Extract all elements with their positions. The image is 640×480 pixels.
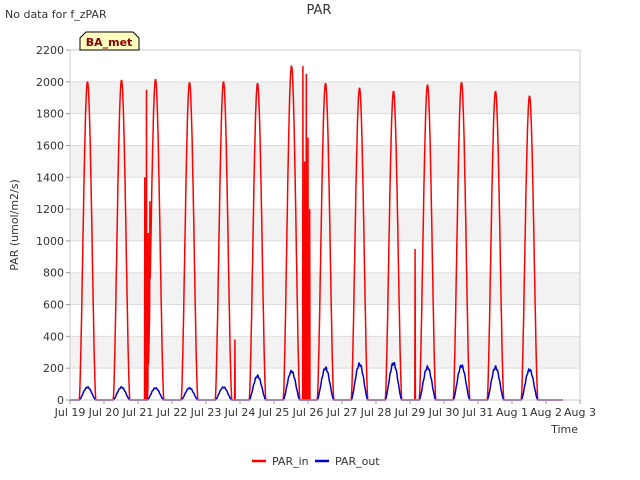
y-tick-label: 1800 <box>36 108 64 121</box>
x-tick-label: Jul 22 <box>156 406 188 419</box>
x-tick-label: Jul 19 <box>54 406 86 419</box>
y-tick-label: 600 <box>43 299 64 312</box>
y-tick-label: 200 <box>43 362 64 375</box>
x-tick-label: Jul 21 <box>122 406 154 419</box>
x-tick-label: Jul 26 <box>292 406 324 419</box>
x-axis-label: Time <box>550 423 578 436</box>
legend-label: PAR_out <box>335 455 380 468</box>
x-axis-ticks: Jul 19 Jul 20 Jul 21 Jul 22 Jul 23 Jul 24 Jul … <box>54 400 596 419</box>
x-tick-label: Jul 24 <box>224 406 256 419</box>
chart-title: PAR <box>307 3 332 18</box>
x-tick-label: Aug 2 <box>530 406 562 419</box>
legend-label: PAR_in <box>272 455 309 468</box>
x-tick-label: Jul 27 <box>326 406 358 419</box>
x-tick-label: Jul 31 <box>462 406 494 419</box>
y-tick-label: 2200 <box>36 44 64 57</box>
badge-label: BA_met <box>86 36 133 49</box>
y-tick-label: 1400 <box>36 171 64 184</box>
x-tick-label: Jul 28 <box>360 406 392 419</box>
x-tick-label: Aug 3 <box>564 406 596 419</box>
x-tick-label: Jul 29 <box>394 406 426 419</box>
y-tick-label: 2000 <box>36 76 64 89</box>
legend: PAR_in PAR_out <box>252 455 380 468</box>
x-tick-label: Jul 23 <box>190 406 222 419</box>
x-tick-label: Jul 30 <box>428 406 460 419</box>
par-chart: No data for f_zPAR PAR 02004006008001000… <box>5 3 596 468</box>
x-tick-label: Jul 20 <box>88 406 120 419</box>
y-tick-label: 1000 <box>36 235 64 248</box>
x-tick-label: Jul 25 <box>258 406 290 419</box>
corner-note: No data for f_zPAR <box>5 8 107 21</box>
y-axis-ticks: 0200400600800100012001400160018002000220… <box>36 44 70 407</box>
grid-band <box>70 50 580 82</box>
y-tick-label: 1200 <box>36 203 64 216</box>
y-tick-label: 1600 <box>36 139 64 152</box>
y-axis-label: PAR (umol/m2/s) <box>8 179 21 271</box>
y-tick-label: 800 <box>43 267 64 280</box>
x-tick-label: Aug 1 <box>496 406 528 419</box>
station-badge: BA_met <box>79 31 140 51</box>
y-tick-label: 400 <box>43 330 64 343</box>
